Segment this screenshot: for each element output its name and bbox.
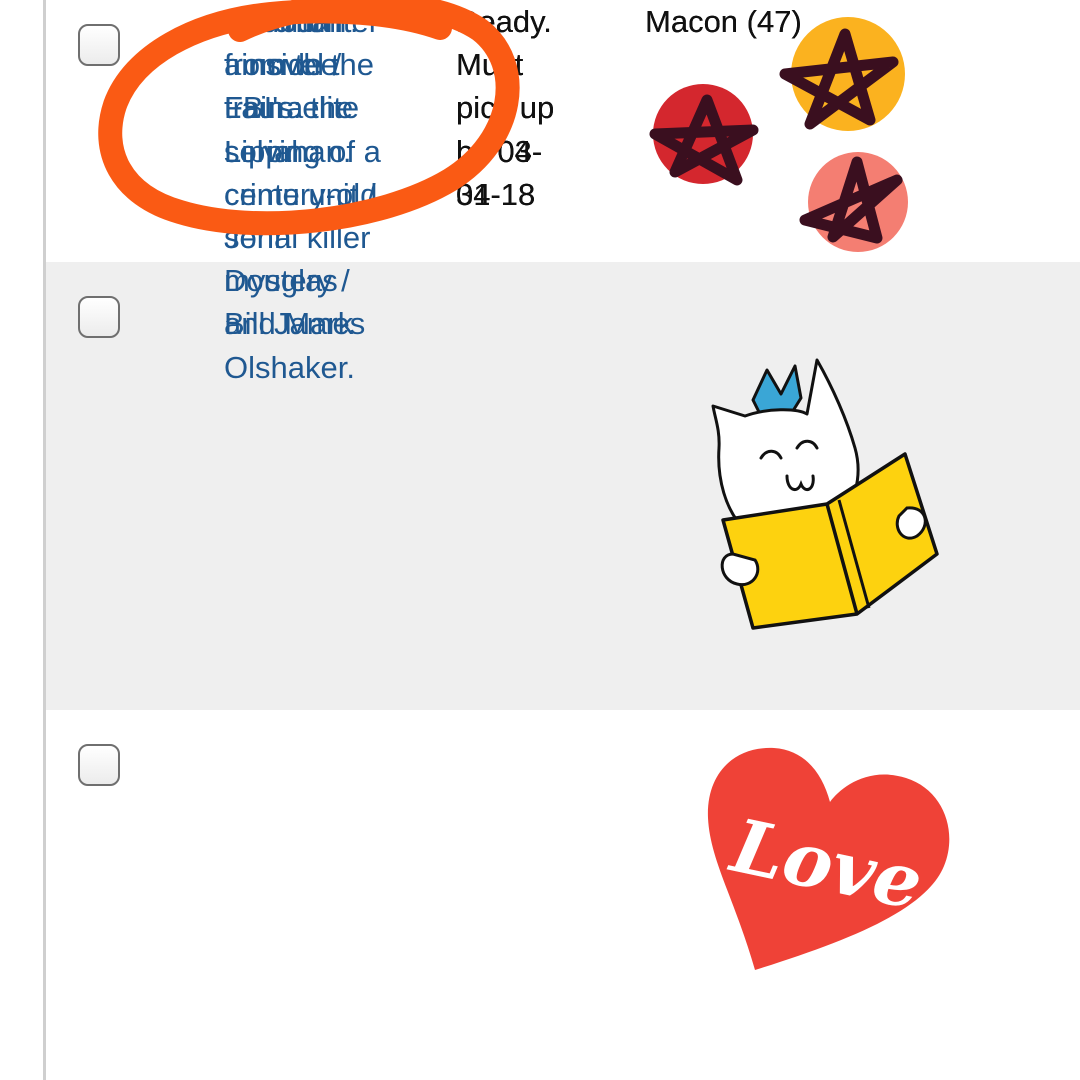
doodle-stars-sticker	[649, 17, 908, 252]
hold-select-checkbox[interactable]	[78, 296, 120, 338]
love-heart-sticker: Love	[707, 747, 950, 970]
hand-drawn-circle-marker	[98, 0, 520, 236]
doodle-star-icon	[649, 84, 759, 186]
title-line: mystery /	[224, 263, 350, 299]
doodle-star-icon	[799, 152, 908, 252]
cat-reading-book-sticker	[711, 358, 939, 630]
title-line: Bill James	[224, 306, 366, 342]
hold-select-checkbox[interactable]	[78, 744, 120, 786]
doodle-star-icon	[779, 17, 905, 131]
title-line: Olshaker.	[224, 349, 355, 385]
